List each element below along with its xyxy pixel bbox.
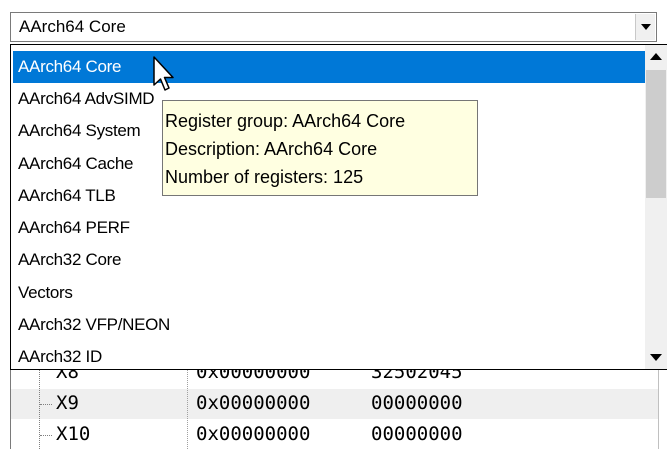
vertical-scrollbar[interactable] xyxy=(645,45,667,369)
dropdown-item[interactable]: Vectors xyxy=(13,277,645,309)
tooltip-description-line: Description: AArch64 Core xyxy=(165,139,378,159)
dropdown-item[interactable]: AArch64 Core xyxy=(13,51,645,83)
column-divider xyxy=(187,370,188,449)
register-row[interactable]: X9 0x00000000 00000000 xyxy=(11,389,658,419)
dropdown-item[interactable]: AArch32 ID xyxy=(13,341,645,369)
register-group-combobox[interactable]: AArch64 Core xyxy=(10,12,657,42)
combobox-value: AArch64 Core xyxy=(19,17,126,36)
register-value-high: 0x00000000 xyxy=(196,423,311,445)
combobox-dropdown-button[interactable] xyxy=(635,14,655,40)
scrollbar-thumb[interactable] xyxy=(646,70,666,198)
register-value-low: 32502045 xyxy=(371,370,463,383)
tree-connector xyxy=(39,370,40,449)
register-name: X10 xyxy=(56,423,91,445)
register-name: X8 xyxy=(56,370,79,383)
dropdown-item[interactable]: AArch32 VFP/NEON xyxy=(13,309,645,341)
tooltip-count-line: Number of registers: 125 xyxy=(165,167,364,187)
arrow-up-icon xyxy=(650,53,662,60)
tree-connector xyxy=(40,404,52,405)
register-group-tooltip: Register group: AArch64 Core Description… xyxy=(162,100,478,196)
scroll-down-button[interactable] xyxy=(645,347,667,367)
mouse-pointer-icon xyxy=(153,56,174,91)
register-value-high: 0x00000000 xyxy=(196,392,311,414)
chevron-down-icon xyxy=(641,24,651,30)
arrow-down-icon xyxy=(650,354,662,361)
register-group-dropdown-list: AArch64 Core AArch64 AdvSIMD AArch64 Syste… xyxy=(10,44,667,370)
register-value-low: 00000000 xyxy=(371,392,463,414)
dropdown-item[interactable]: AArch32 Core xyxy=(13,244,645,276)
scroll-up-button[interactable] xyxy=(645,47,667,67)
register-value-low: 00000000 xyxy=(371,423,463,445)
register-value-high: 0x00000000 xyxy=(196,370,311,383)
register-name: X9 xyxy=(56,392,79,414)
register-row[interactable]: X10 0x00000000 00000000 xyxy=(11,420,658,449)
register-row[interactable]: X8 0x00000000 32502045 xyxy=(11,370,658,388)
dropdown-items: AArch64 Core AArch64 AdvSIMD AArch64 Syste… xyxy=(13,51,645,369)
register-tree: X8 0x00000000 32502045 X9 0x00000000 000… xyxy=(10,370,659,449)
tooltip-group-line: Register group: AArch64 Core xyxy=(165,111,406,131)
tree-connector xyxy=(40,435,52,436)
dropdown-item[interactable]: AArch64 PERF xyxy=(13,212,645,244)
